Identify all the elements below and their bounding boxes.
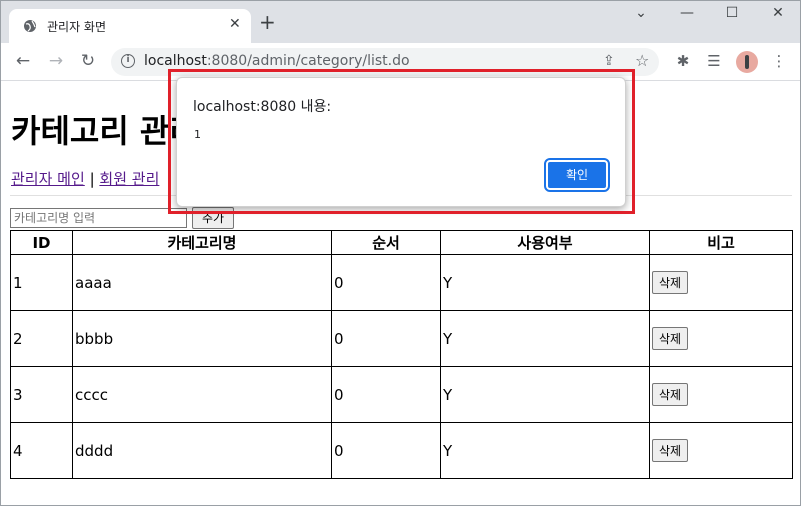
cell-id: 1: [10, 254, 73, 311]
cell-action: 삭제: [649, 422, 793, 479]
tab-close-icon[interactable]: ✕: [229, 16, 241, 32]
cell-id: 4: [10, 422, 73, 479]
tab-search-chevron-icon[interactable]: ⌄: [621, 5, 661, 21]
profile-avatar[interactable]: [736, 51, 758, 73]
cell-use: Y: [440, 310, 650, 367]
cell-order: 0: [331, 310, 441, 367]
share-icon[interactable]: ⇪: [603, 53, 615, 69]
column-header-name: 카테고리명: [72, 230, 332, 255]
forward-button[interactable]: →: [44, 51, 68, 71]
menu-kebab-icon[interactable]: ⋮: [768, 52, 790, 70]
maximize-button[interactable]: ☐: [712, 5, 752, 21]
tab-strip: 관리자 화면 ✕ + ⌄ — ☐ ✕: [1, 1, 800, 43]
delete-button[interactable]: 삭제: [652, 327, 689, 350]
cell-order: 0: [331, 254, 441, 311]
cell-name: dddd: [72, 422, 332, 479]
delete-button[interactable]: 삭제: [652, 271, 689, 294]
cell-action: 삭제: [649, 310, 793, 367]
table-row: 1 aaaa 0 Y 삭제: [10, 254, 793, 311]
close-window-button[interactable]: ✕: [758, 5, 798, 21]
table-row: 2 bbbb 0 Y 삭제: [10, 310, 793, 367]
column-header-use: 사용여부: [440, 230, 650, 255]
bookmark-star-icon[interactable]: ☆: [635, 51, 649, 70]
back-button[interactable]: ←: [11, 51, 35, 71]
browser-window: 관리자 화면 ✕ + ⌄ — ☐ ✕ ← → ↻ i localhost:808…: [0, 0, 801, 506]
tab-title: 관리자 화면: [47, 20, 107, 34]
cell-order: 0: [331, 366, 441, 423]
cell-id: 3: [10, 366, 73, 423]
table-row: 4 dddd 0 Y 삭제: [10, 422, 793, 479]
cell-id: 2: [10, 310, 73, 367]
cell-action: 삭제: [649, 254, 793, 311]
minimize-button[interactable]: —: [667, 5, 707, 21]
table-header-row: ID 카테고리명 순서 사용여부 비고: [10, 230, 793, 255]
new-tab-button[interactable]: +: [259, 12, 276, 32]
cell-use: Y: [440, 254, 650, 311]
cell-name: aaaa: [72, 254, 332, 311]
column-header-note: 비고: [649, 230, 793, 255]
media-queue-icon[interactable]: ☰: [703, 52, 725, 70]
cell-action: 삭제: [649, 366, 793, 423]
extensions-puzzle-icon[interactable]: ✱: [672, 52, 694, 70]
cell-order: 0: [331, 422, 441, 479]
browser-tab[interactable]: 관리자 화면 ✕: [9, 9, 251, 43]
nav-separator: |: [89, 170, 95, 188]
table-row: 3 cccc 0 Y 삭제: [10, 366, 793, 423]
highlight-annotation-box: [168, 69, 635, 214]
admin-nav: 관리자 메인 | 회원 관리: [11, 168, 159, 189]
cell-name: cccc: [72, 366, 332, 423]
delete-button[interactable]: 삭제: [652, 439, 689, 462]
globe-icon: [24, 20, 36, 32]
column-header-id: ID: [10, 230, 73, 255]
reload-button[interactable]: ↻: [76, 51, 100, 71]
cell-use: Y: [440, 366, 650, 423]
cell-use: Y: [440, 422, 650, 479]
column-header-order: 순서: [331, 230, 441, 255]
site-info-icon[interactable]: i: [121, 54, 135, 68]
category-table: ID 카테고리명 순서 사용여부 비고 1 aaaa 0 Y 삭제 2 bbbb: [10, 230, 793, 479]
url-text[interactable]: localhost:8080/admin/category/list.do: [144, 53, 410, 69]
category-name-input[interactable]: [10, 208, 187, 228]
admin-main-link[interactable]: 관리자 메인: [11, 170, 85, 188]
cell-name: bbbb: [72, 310, 332, 367]
delete-button[interactable]: 삭제: [652, 383, 689, 406]
member-manage-link[interactable]: 회원 관리: [99, 170, 159, 188]
